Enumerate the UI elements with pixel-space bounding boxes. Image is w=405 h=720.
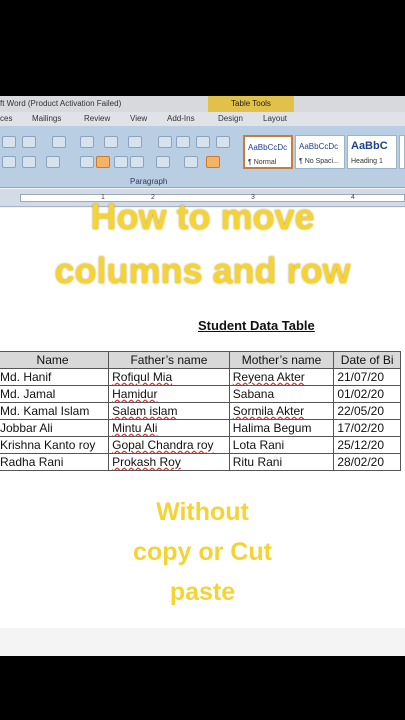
sort-icon[interactable] (196, 136, 210, 148)
table-cell[interactable]: Jobbar Ali (0, 419, 110, 437)
table-cell[interactable]: 22/05/20 (333, 402, 401, 420)
style-sample: AaBbC (351, 140, 388, 152)
tab-review[interactable]: Review (84, 114, 110, 123)
table-row[interactable]: Md. Jamal Hamidur Sabana 01/02/20 (0, 385, 401, 403)
overlay-caption-line-4: copy or Cut (133, 538, 272, 566)
document-title: Student Data Table (198, 318, 315, 333)
header-cell[interactable]: Name (0, 351, 110, 369)
numbering-icon[interactable] (104, 136, 118, 148)
table-cell[interactable]: 17/02/20 (333, 419, 401, 437)
increase-indent-icon[interactable] (176, 136, 190, 148)
paragraph-group-label: Paragraph (130, 177, 168, 186)
table-cell[interactable]: 01/02/20 (333, 385, 401, 403)
align-left-icon[interactable] (80, 156, 94, 168)
clear-format-icon[interactable] (52, 136, 66, 148)
borders-icon[interactable] (206, 156, 220, 168)
table-cell[interactable]: Ritu Rani (228, 453, 335, 471)
ribbon-tabs: ces Mailings Review View Add-Ins Design … (0, 112, 405, 142)
style-sample: AaBbCcDc (248, 143, 288, 152)
table-row[interactable]: Jobbar Ali Mintu Ali Halima Begum 17/02/… (0, 419, 401, 437)
tab-layout[interactable]: Layout (263, 114, 287, 123)
header-cell[interactable]: Mother’s name (228, 351, 335, 369)
table-cell[interactable]: Prokash Roy (108, 453, 230, 471)
table-cell[interactable]: Md. Jamal (0, 385, 110, 403)
text-effects-icon[interactable] (2, 156, 16, 168)
style-name: ¶ No Spaci... (299, 158, 339, 165)
tab-add-ins[interactable]: Add-Ins (167, 114, 195, 123)
table-cell[interactable]: Md. Kamal Islam (0, 402, 110, 420)
table-cell[interactable]: Reyena Akter (228, 368, 335, 386)
tab-mailings[interactable]: Mailings (32, 114, 61, 123)
align-right-icon[interactable] (114, 156, 128, 168)
style-sample: AaBbCcDc (299, 142, 339, 151)
shrink-font-icon[interactable] (22, 136, 36, 148)
table-header-row: Name Father’s name Mother’s name Date of… (0, 351, 401, 369)
student-data-table[interactable]: Name Father’s name Mother’s name Date of… (0, 351, 401, 471)
shading-icon[interactable] (184, 156, 198, 168)
tab-references[interactable]: ces (0, 114, 12, 123)
align-center-icon[interactable] (96, 156, 110, 168)
window-title: ft Word (Product Activation Failed) (0, 99, 122, 108)
tab-view[interactable]: View (130, 114, 147, 123)
style-no-spacing[interactable]: AaBbCcDc ¶ No Spaci... (295, 135, 345, 169)
tab-design[interactable]: Design (218, 114, 243, 123)
table-cell[interactable]: Salam islam (108, 402, 230, 420)
multilevel-list-icon[interactable] (128, 136, 142, 148)
table-tools-label: Table Tools (208, 96, 294, 112)
table-row[interactable]: Md. Hanif Rofiqul Mia Reyena Akter 21/07… (0, 368, 401, 386)
header-cell[interactable]: Father’s name (108, 351, 230, 369)
table-cell[interactable]: 25/12/20 (333, 436, 401, 454)
table-row[interactable]: Md. Kamal Islam Salam islam Sormila Akte… (0, 402, 401, 420)
style-normal[interactable]: AaBbCcDc ¶ Normal (243, 135, 293, 169)
table-cell[interactable]: Radha Rani (0, 453, 110, 471)
table-cell[interactable]: 21/07/20 (333, 368, 401, 386)
overlay-caption-line-2: columns and row (54, 250, 351, 291)
table-cell[interactable]: Krishna Kanto roy (0, 436, 110, 454)
style-name: Heading 1 (351, 158, 383, 165)
style-more[interactable] (399, 135, 405, 169)
table-cell[interactable]: Gopal Chandra roy (108, 436, 230, 454)
table-cell[interactable]: Sabana (228, 385, 335, 403)
font-size-icon[interactable] (2, 136, 16, 148)
header-cell[interactable]: Date of Bi (333, 351, 401, 369)
table-cell[interactable]: Md. Hanif (0, 368, 110, 386)
table-cell[interactable]: Sormila Akter (228, 402, 335, 420)
overlay-caption-line-5: paste (169, 578, 236, 606)
table-cell[interactable]: Lota Rani (228, 436, 335, 454)
font-color-icon[interactable] (46, 156, 60, 168)
table-cell[interactable]: Halima Begum (228, 419, 335, 437)
table-cell[interactable]: 28/02/20 (333, 453, 401, 471)
style-heading-1[interactable]: AaBbC Heading 1 (347, 135, 397, 169)
table-row[interactable]: Radha Rani Prokash Roy Ritu Rani 28/02/2… (0, 453, 401, 471)
bullets-icon[interactable] (80, 136, 94, 148)
ribbon: Paragraph AaBbCcDc ¶ Normal AaBbCcDc ¶ N… (0, 126, 405, 188)
justify-icon[interactable] (130, 156, 144, 168)
overlay-caption-line-1: How to move (90, 196, 315, 237)
decrease-indent-icon[interactable] (158, 136, 172, 148)
style-name: ¶ Normal (248, 159, 277, 166)
highlight-icon[interactable] (22, 156, 36, 168)
title-bar: ft Word (Product Activation Failed) (0, 96, 405, 112)
screen: ft Word (Product Activation Failed) Tabl… (0, 96, 405, 656)
table-cell[interactable]: Rofiqul Mia (108, 368, 230, 386)
table-cell[interactable]: Hamidur (108, 385, 230, 403)
line-spacing-icon[interactable] (156, 156, 170, 168)
table-row[interactable]: Krishna Kanto roy Gopal Chandra roy Lota… (0, 436, 401, 454)
overlay-caption-line-3: Without (156, 498, 249, 526)
show-marks-icon[interactable] (216, 136, 230, 148)
table-cell[interactable]: Mintu Ali (108, 419, 230, 437)
